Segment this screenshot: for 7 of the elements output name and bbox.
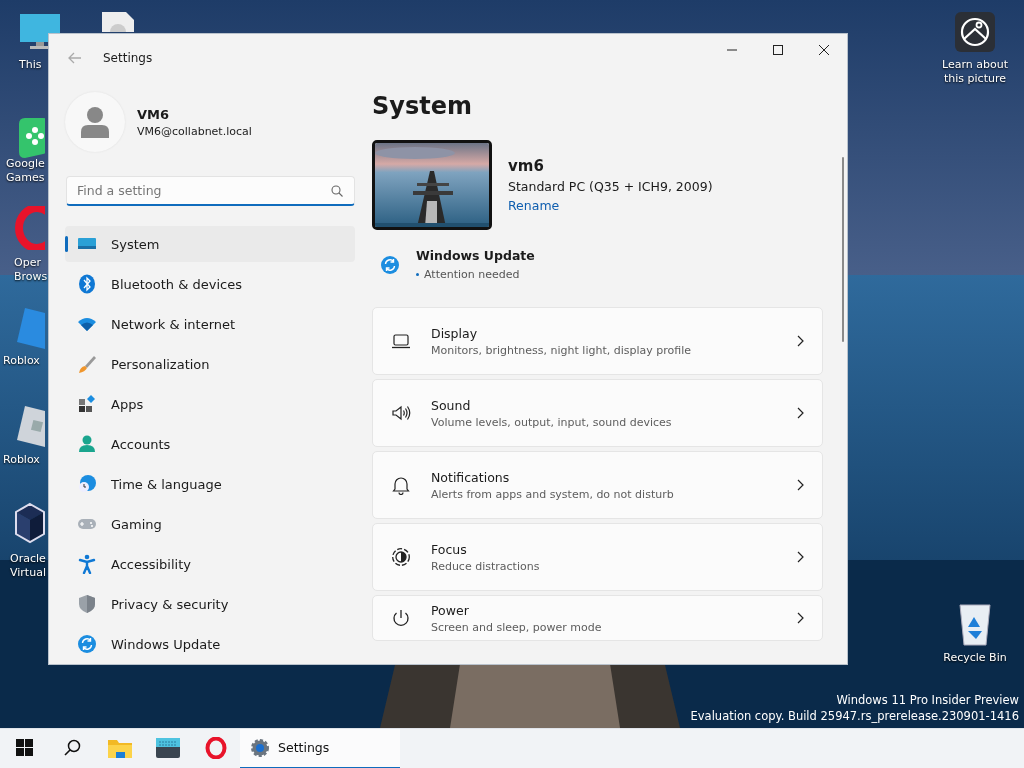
taskbar-app-button[interactable]: Settings — [240, 728, 400, 768]
gear-icon — [250, 737, 270, 758]
keyboard-window-icon — [156, 737, 180, 758]
windows-logo-icon — [15, 739, 33, 756]
search-icon — [63, 739, 81, 756]
ring-logo-icon — [205, 736, 227, 759]
folder-icon — [108, 737, 132, 758]
